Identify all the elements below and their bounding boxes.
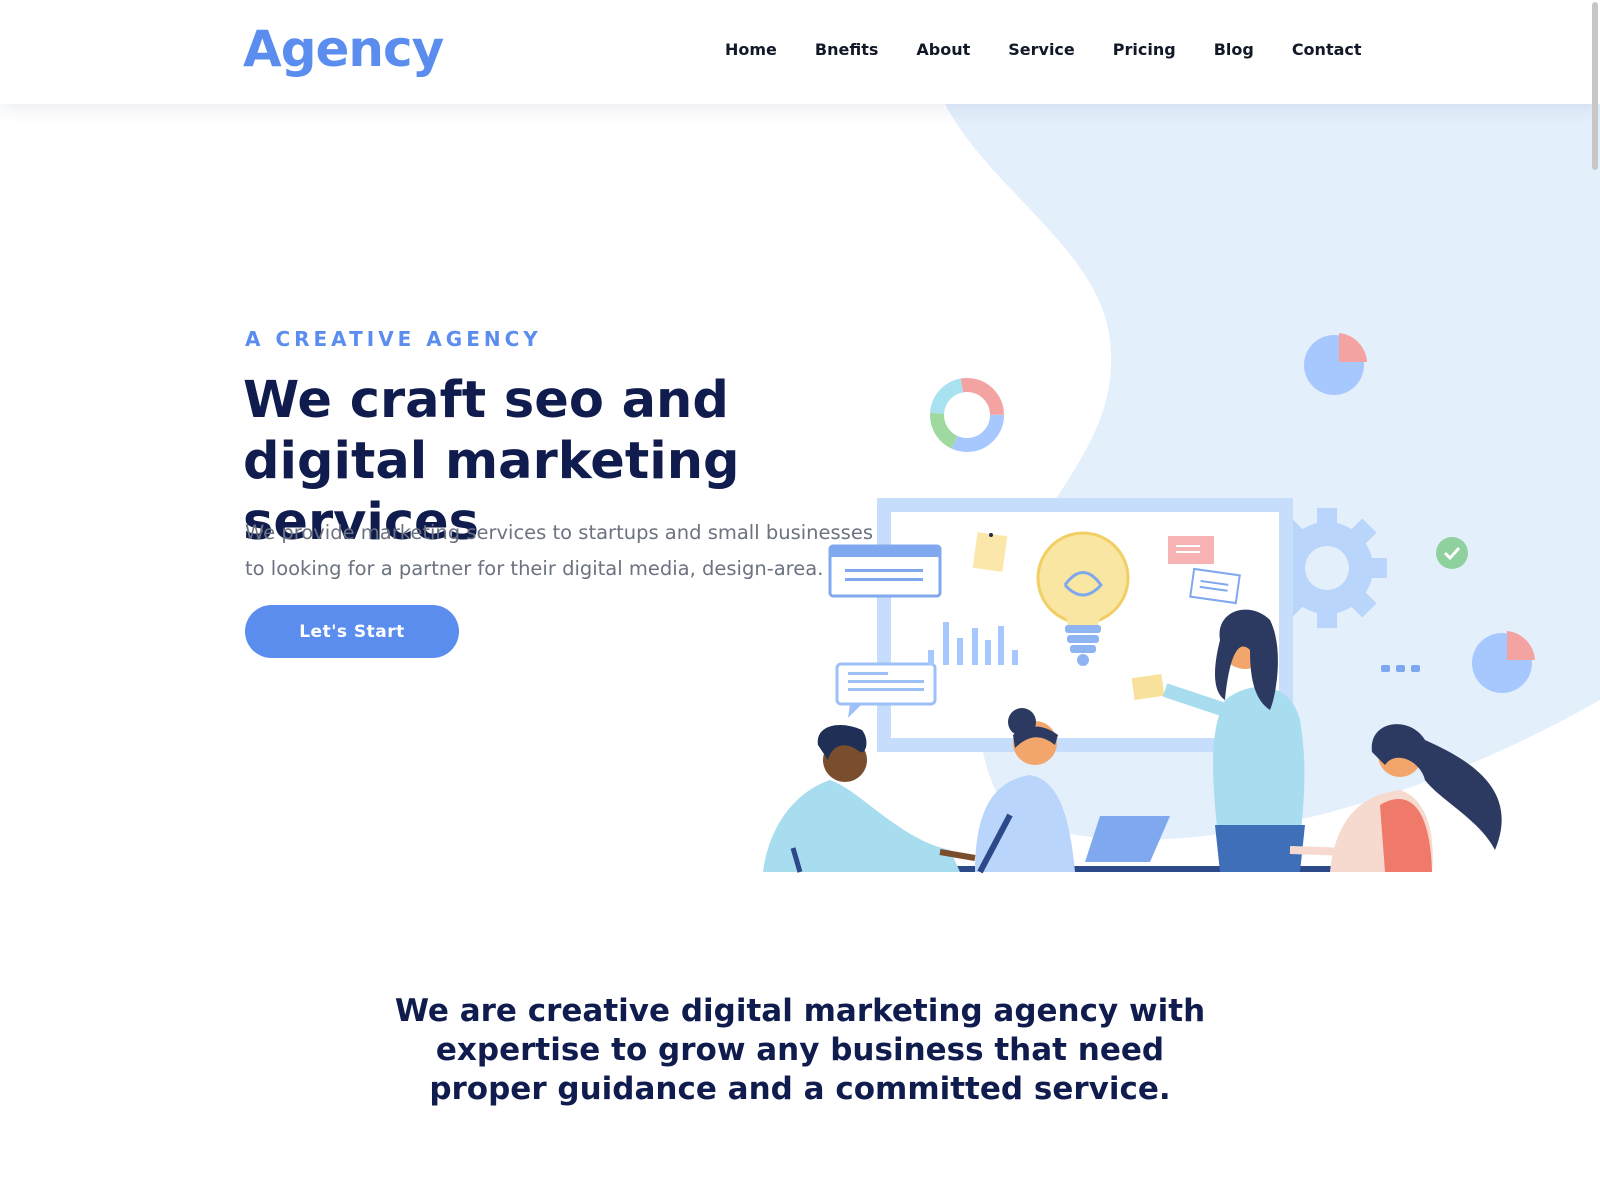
note-card	[1168, 536, 1214, 564]
sticky-note	[1131, 674, 1165, 700]
hero-description: We provide marketing services to startup…	[245, 521, 873, 580]
nav-link-pricing[interactable]: Pricing	[1113, 40, 1176, 59]
sticky-note	[972, 532, 1008, 572]
nav-link-service[interactable]: Service	[1008, 40, 1075, 59]
hero-eyebrow: A CREATIVE AGENCY	[245, 327, 542, 351]
nav-link-blog[interactable]: Blog	[1214, 40, 1254, 59]
scrollbar-thumb[interactable]	[1592, 2, 1598, 170]
site-header: Agency Home Bnefits About Service Pricin…	[0, 0, 1600, 104]
note-card	[1189, 567, 1241, 605]
donut-chart-icon	[930, 378, 1004, 452]
nav-link-contact[interactable]: Contact	[1292, 40, 1362, 59]
check-icon	[1436, 537, 1468, 569]
nav-link-home[interactable]: Home	[725, 40, 777, 59]
ellipsis-dots	[1381, 665, 1420, 672]
main-nav: Home Bnefits About Service Pricing Blog …	[725, 40, 1362, 59]
about-statement: We are creative digital marketing agency…	[394, 993, 1206, 1107]
lets-start-button[interactable]: Let's Start	[245, 605, 459, 658]
nav-link-benefits[interactable]: Bnefits	[815, 40, 878, 59]
nav-link-about[interactable]: About	[916, 40, 970, 59]
logo[interactable]: Agency	[243, 20, 444, 78]
